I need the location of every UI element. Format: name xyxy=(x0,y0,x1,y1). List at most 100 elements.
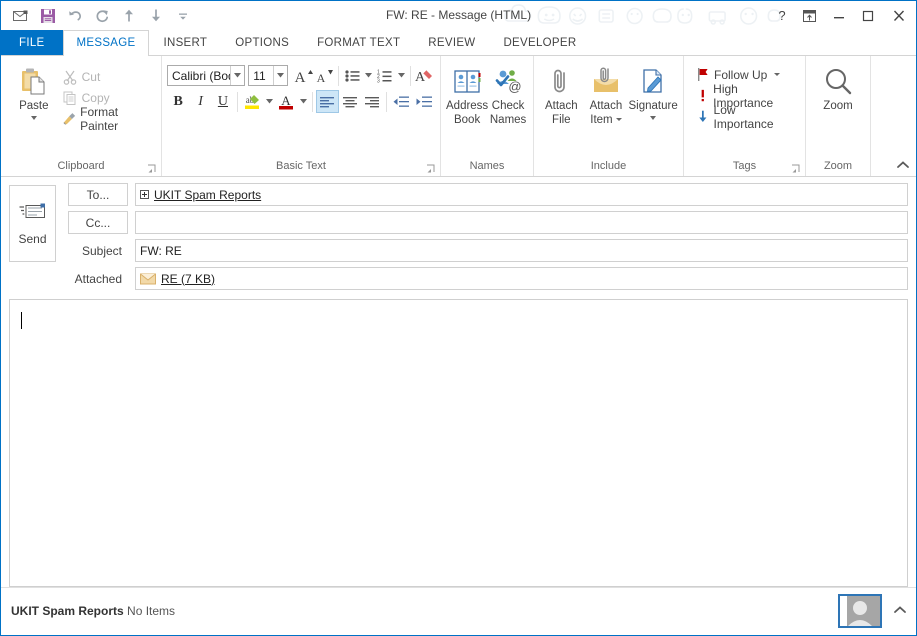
cc-input[interactable] xyxy=(135,211,908,234)
format-painter-button[interactable]: Format Painter xyxy=(58,105,156,133)
to-input[interactable]: UKIT Spam Reports xyxy=(135,183,908,206)
attach-file-button[interactable]: Attach File xyxy=(539,62,584,127)
decrease-indent-icon xyxy=(393,96,410,107)
ribbon-display-options-icon[interactable] xyxy=(795,2,824,29)
people-pane-thumbnail[interactable] xyxy=(838,594,882,628)
send-label: Send xyxy=(18,231,47,246)
svg-text:A: A xyxy=(295,70,306,85)
redo-icon[interactable] xyxy=(88,4,115,28)
align-left-button[interactable] xyxy=(316,90,339,113)
cc-button[interactable]: Cc... xyxy=(68,211,128,234)
grow-font-icon: A xyxy=(295,69,314,85)
font-size-value: 11 xyxy=(253,68,266,83)
grow-font-button[interactable]: A xyxy=(292,64,314,87)
message-body[interactable] xyxy=(9,299,908,587)
tab-file[interactable]: FILE xyxy=(1,30,63,55)
attachment-list[interactable]: RE (7 KB) xyxy=(135,267,908,290)
tab-message[interactable]: MESSAGE xyxy=(62,30,150,56)
basic-text-dialog-launcher[interactable] xyxy=(426,164,436,174)
increase-indent-button[interactable] xyxy=(413,90,435,113)
decrease-indent-button[interactable] xyxy=(390,90,412,113)
exclamation-icon xyxy=(701,89,704,102)
shrink-font-button[interactable]: A xyxy=(314,64,335,87)
zoom-button[interactable]: Zoom xyxy=(812,62,864,113)
attach-item-button[interactable]: Attach Item xyxy=(584,62,629,127)
follow-up-dropdown-arrow[interactable] xyxy=(774,73,781,76)
font-size-combo[interactable]: 11 xyxy=(248,65,289,86)
tab-insert[interactable]: INSERT xyxy=(149,30,221,55)
help-icon[interactable]: ? xyxy=(769,2,795,29)
title-bar: FW: RE - Message (HTML) ? xyxy=(1,1,916,30)
font-color-dropdown[interactable] xyxy=(298,90,310,113)
paste-label: Paste xyxy=(19,100,49,112)
paste-button[interactable]: Paste xyxy=(10,62,58,120)
font-size-arrow[interactable] xyxy=(273,66,287,85)
send-button[interactable]: Send xyxy=(9,185,56,262)
maximize-icon[interactable] xyxy=(853,2,882,29)
expand-recipients-icon[interactable] xyxy=(140,190,149,199)
bullets-button[interactable] xyxy=(342,64,363,87)
people-pane-collapse-button[interactable] xyxy=(892,604,908,618)
message-icon[interactable] xyxy=(7,4,34,28)
attach-file-label-2: File xyxy=(552,114,571,126)
low-importance-button[interactable]: Low Importance xyxy=(692,103,800,131)
tab-format-text[interactable]: FORMAT TEXT xyxy=(303,30,414,55)
clear-formatting-button[interactable]: A xyxy=(414,64,435,87)
customize-qat-icon[interactable] xyxy=(169,4,196,28)
check-names-button[interactable]: @ Check Names xyxy=(488,62,528,127)
close-icon[interactable] xyxy=(882,2,916,29)
cut-button[interactable]: Cut xyxy=(58,66,156,87)
ribbon-group-zoom: Zoom Zoom xyxy=(806,56,871,176)
bold-button[interactable]: B xyxy=(167,90,189,113)
copy-icon xyxy=(63,91,76,105)
text-highlight-button[interactable]: ab xyxy=(241,90,263,113)
numbering-dropdown[interactable] xyxy=(396,64,407,87)
font-color-button[interactable]: A xyxy=(275,90,297,113)
divider xyxy=(386,91,388,112)
send-area: Send xyxy=(9,183,58,293)
attach-file-label-1: Attach xyxy=(545,100,578,112)
save-icon[interactable] xyxy=(34,4,61,28)
attach-item-dropdown-arrow[interactable] xyxy=(615,118,622,122)
signature-button[interactable]: Signature xyxy=(628,62,678,120)
svg-text:@: @ xyxy=(508,79,521,94)
check-names-icon: @ xyxy=(492,65,524,99)
tab-review[interactable]: REVIEW xyxy=(414,30,489,55)
subject-input[interactable]: FW: RE xyxy=(135,239,908,262)
bullets-dropdown[interactable] xyxy=(363,64,374,87)
tags-dialog-launcher[interactable] xyxy=(791,164,801,174)
align-right-button[interactable] xyxy=(361,90,383,113)
signature-dropdown-arrow[interactable] xyxy=(650,116,657,120)
undo-icon[interactable] xyxy=(61,4,88,28)
next-item-icon[interactable] xyxy=(142,4,169,28)
minimize-icon[interactable] xyxy=(824,2,853,29)
align-center-button[interactable] xyxy=(339,90,361,113)
address-book-button[interactable]: Address Book xyxy=(446,62,488,127)
collapse-ribbon-button[interactable] xyxy=(896,159,910,173)
tab-developer[interactable]: DEVELOPER xyxy=(489,30,590,55)
previous-item-icon[interactable] xyxy=(115,4,142,28)
ribbon-group-include: Attach File Attach Item Signature Includ… xyxy=(534,56,684,176)
ribbon-group-clipboard: Paste Cut Copy Format Painter Clipboard xyxy=(1,56,162,176)
subject-label: Subject xyxy=(81,243,122,258)
to-button[interactable]: To... xyxy=(68,183,128,206)
outlook-message-window: FW: RE - Message (HTML) ? FILE MESSAGE I… xyxy=(0,0,917,636)
divider xyxy=(312,91,314,112)
font-name-arrow[interactable] xyxy=(230,66,244,85)
underline-button[interactable]: U xyxy=(212,90,234,113)
paste-dropdown-arrow[interactable] xyxy=(30,116,37,120)
align-center-icon xyxy=(342,96,357,107)
italic-button[interactable]: I xyxy=(189,90,211,113)
follow-up-label: Follow Up xyxy=(714,67,768,82)
clipboard-dialog-launcher[interactable] xyxy=(147,164,157,174)
numbering-button[interactable]: 1 2 3 xyxy=(374,64,395,87)
align-right-icon xyxy=(365,96,380,107)
attachment-name[interactable]: RE (7 KB) xyxy=(161,272,215,286)
status-bar: UKIT Spam Reports No Items xyxy=(1,587,916,635)
tab-options[interactable]: OPTIONS xyxy=(221,30,303,55)
format-painter-icon xyxy=(63,112,75,125)
to-value: UKIT Spam Reports xyxy=(154,187,262,202)
check-names-label-1: Check xyxy=(491,100,525,112)
font-name-combo[interactable]: Calibri (Bod xyxy=(167,65,246,86)
text-highlight-dropdown[interactable] xyxy=(263,90,275,113)
